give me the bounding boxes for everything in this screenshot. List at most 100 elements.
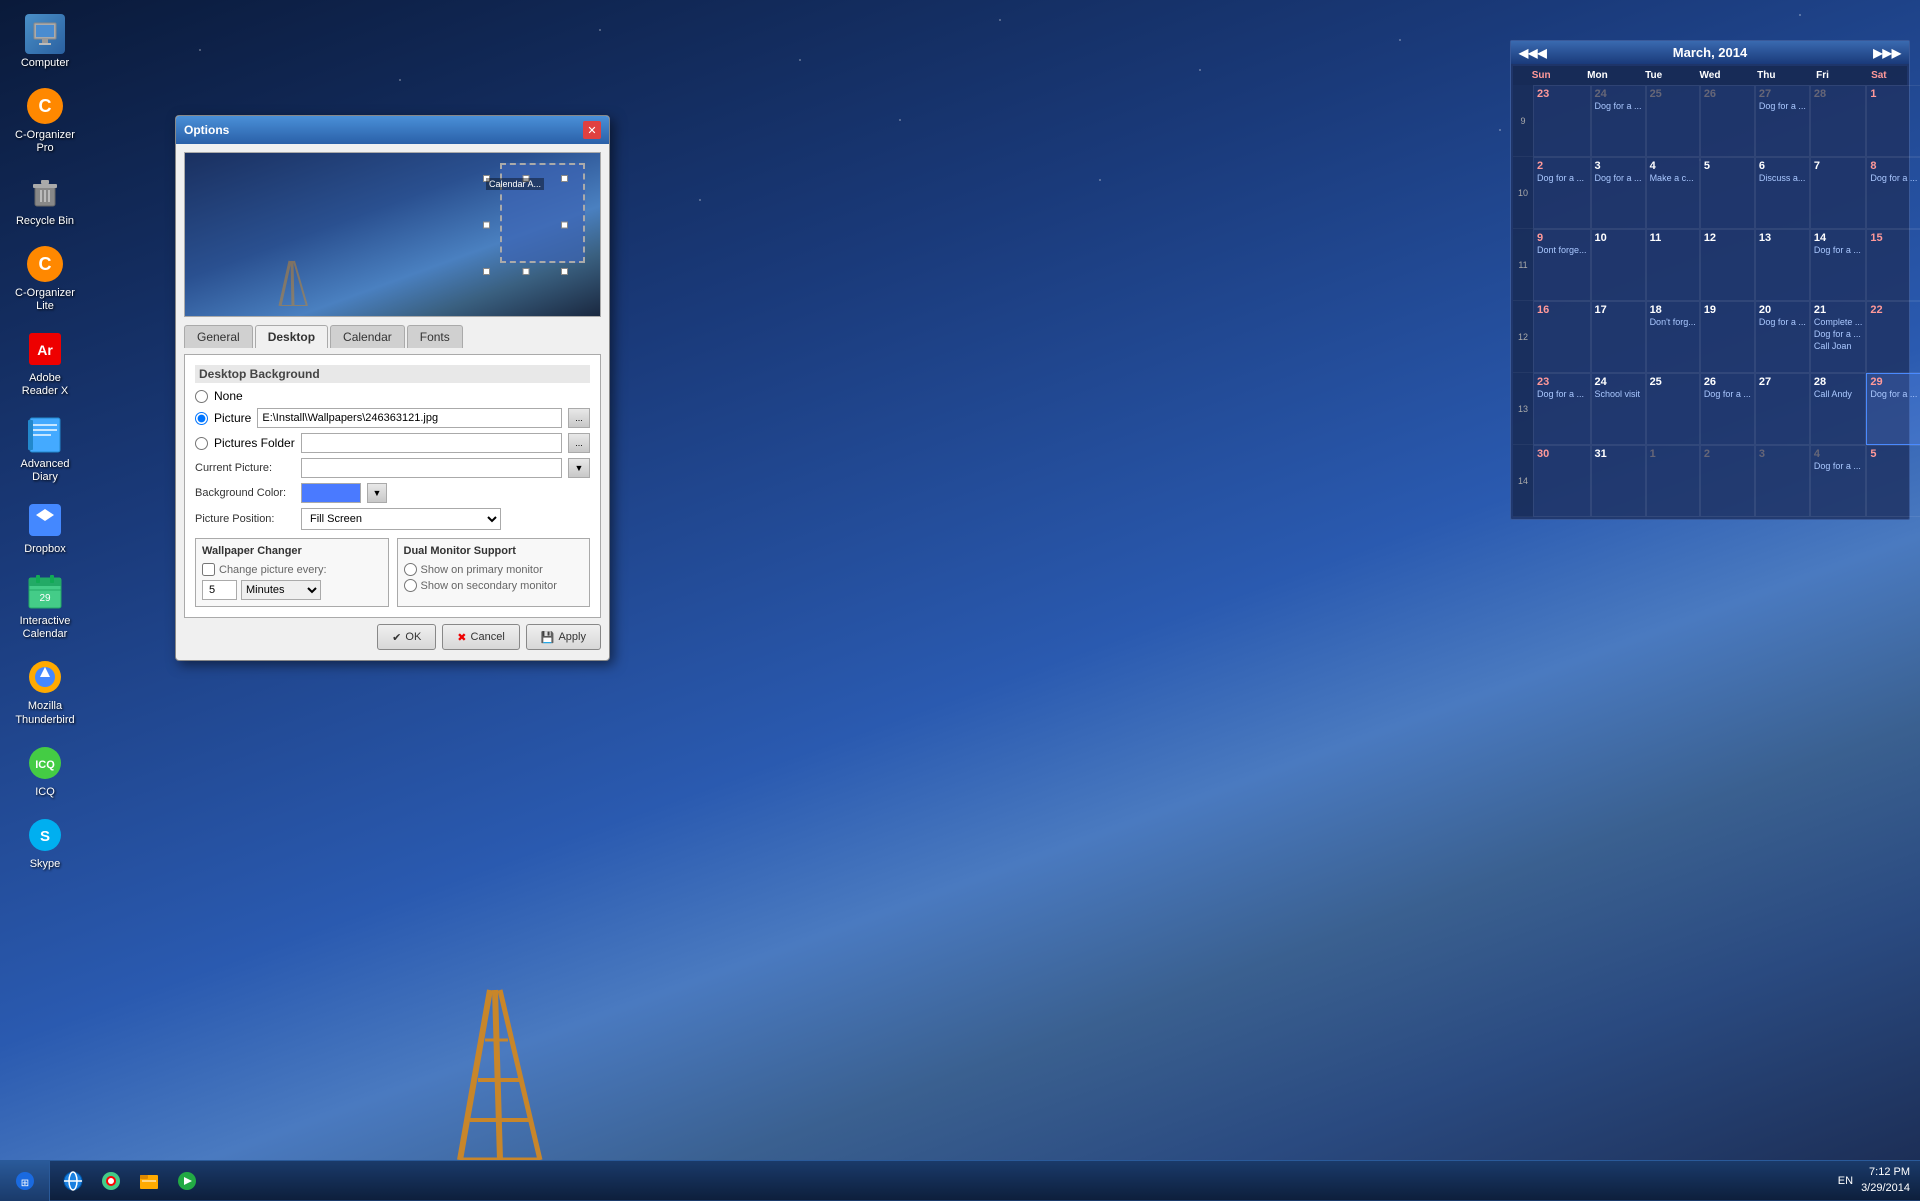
cal-nav-prev[interactable]: ◀ <box>1537 46 1546 60</box>
cal-cell[interactable]: 31 <box>1591 445 1646 517</box>
desktop-icon-c-organizer-lite[interactable]: C C-Organizer Lite <box>10 240 80 317</box>
desktop-icon-computer[interactable]: Computer <box>10 10 80 74</box>
cal-cell[interactable]: 4Make a c... <box>1646 157 1700 229</box>
picture-position-select[interactable]: Fill Screen Stretch Center Tile Fit <box>301 508 501 530</box>
cal-cell[interactable]: 22 <box>1866 301 1920 373</box>
cal-nav-next-next[interactable]: ▶▶ <box>1883 46 1901 60</box>
cal-cell[interactable]: 2Dog for a ... <box>1533 157 1591 229</box>
cal-cell[interactable]: 28Call Andy <box>1810 373 1867 445</box>
desktop-icon-c-organizer-pro[interactable]: C C-Organizer Pro <box>10 82 80 159</box>
cal-cell[interactable]: 4Dog for a ... <box>1810 445 1867 517</box>
cal-cell[interactable]: 25 <box>1646 373 1700 445</box>
cal-cell[interactable]: 24Dog for a ... <box>1591 85 1646 157</box>
handle-tr[interactable] <box>561 175 568 182</box>
handle-ml[interactable] <box>483 222 490 229</box>
desktop-icon-advanced-diary[interactable]: Advanced Diary <box>10 411 80 488</box>
cal-cell[interactable]: 21Complete ...Dog for a ...Call Joan <box>1810 301 1867 373</box>
cal-cell[interactable]: 23Dog for a ... <box>1533 373 1591 445</box>
apply-button[interactable]: 💾 Apply <box>526 624 601 650</box>
cal-nav-next[interactable]: ▶ <box>1873 46 1882 60</box>
desktop-icon-adobe-reader[interactable]: Ar Adobe Reader X <box>10 325 80 402</box>
radio-picture[interactable] <box>195 412 208 425</box>
ok-button[interactable]: ✔ OK <box>377 624 436 650</box>
tab-calendar[interactable]: Calendar <box>330 325 405 348</box>
cal-cell[interactable]: 5 <box>1700 157 1755 229</box>
tab-desktop[interactable]: Desktop <box>255 325 328 348</box>
cal-cell[interactable]: 20Dog for a ... <box>1755 301 1810 373</box>
primary-monitor-label: Show on primary monitor <box>421 564 543 576</box>
cal-cell[interactable]: 17 <box>1591 301 1646 373</box>
folder-path-input[interactable] <box>301 433 562 453</box>
cal-nav-prev-prev[interactable]: ◀◀ <box>1519 46 1537 60</box>
cal-cell[interactable]: 6Discuss a... <box>1755 157 1810 229</box>
cal-cell[interactable]: 15 <box>1866 229 1920 301</box>
picture-path-input[interactable] <box>257 408 562 428</box>
c-organizer-lite-label: C-Organizer Lite <box>14 287 76 313</box>
day-tue: Tue <box>1626 68 1682 83</box>
browse-picture-button[interactable]: ... <box>568 408 590 428</box>
desktop-icon-icq[interactable]: ICQ ICQ <box>10 739 80 803</box>
cal-cell[interactable]: 16 <box>1533 301 1591 373</box>
cal-cell[interactable]: 23 <box>1533 85 1591 157</box>
taskbar-explorer-icon[interactable] <box>131 1163 167 1199</box>
tab-fonts[interactable]: Fonts <box>407 325 463 348</box>
start-button[interactable]: ⊞ <box>0 1161 50 1201</box>
cal-cell[interactable]: 2 <box>1700 445 1755 517</box>
cal-cell[interactable]: 5 <box>1866 445 1920 517</box>
bottom-section: Wallpaper Changer Change picture every: … <box>195 538 590 607</box>
current-picture-arrow[interactable]: ▼ <box>568 458 590 478</box>
cal-cell[interactable]: 12 <box>1700 229 1755 301</box>
taskbar-media-icon[interactable] <box>169 1163 205 1199</box>
desktop-icon-thunderbird[interactable]: Mozilla Thunderbird <box>10 653 80 730</box>
cal-cell[interactable]: 28 <box>1810 85 1867 157</box>
change-every-checkbox[interactable] <box>202 563 215 576</box>
cal-cell[interactable]: 13 <box>1755 229 1810 301</box>
preview-calendar-overlay[interactable]: Calendar A... <box>500 163 585 263</box>
cal-cell[interactable]: 26 <box>1700 85 1755 157</box>
handle-br[interactable] <box>561 268 568 275</box>
radio-primary-monitor[interactable] <box>404 563 417 576</box>
cancel-button[interactable]: ✖ Cancel <box>442 624 519 650</box>
cal-cell-today[interactable]: 29Dog for a ... <box>1866 373 1920 445</box>
radio-pictures-folder[interactable] <box>195 437 208 450</box>
handle-bm[interactable] <box>522 268 529 275</box>
dialog-close-button[interactable]: ✕ <box>583 121 601 139</box>
calendar-header: ◀◀ ◀ March, 2014 ▶ ▶▶ <box>1511 41 1909 64</box>
cal-cell[interactable]: 25 <box>1646 85 1700 157</box>
cal-cell[interactable]: 19 <box>1700 301 1755 373</box>
cal-cell[interactable]: 18Don't forg... <box>1646 301 1700 373</box>
desktop-icon-dropbox[interactable]: Dropbox <box>10 496 80 560</box>
cal-cell[interactable]: 1 <box>1866 85 1920 157</box>
wallpaper-changer-title: Wallpaper Changer <box>202 545 382 557</box>
cal-cell[interactable]: 3Dog for a ... <box>1591 157 1646 229</box>
cal-cell[interactable]: 27Dog for a ... <box>1755 85 1810 157</box>
radio-secondary-monitor[interactable] <box>404 579 417 592</box>
cal-cell[interactable]: 3 <box>1755 445 1810 517</box>
cal-cell[interactable]: 9Dont forge... <box>1533 229 1591 301</box>
tab-general[interactable]: General <box>184 325 253 348</box>
handle-bl[interactable] <box>483 268 490 275</box>
cal-cell[interactable]: 14Dog for a ... <box>1810 229 1867 301</box>
cal-cell[interactable]: 10 <box>1591 229 1646 301</box>
background-color-arrow[interactable]: ▼ <box>367 483 387 503</box>
desktop-icon-recycle-bin[interactable]: Recycle Bin <box>10 168 80 232</box>
cal-cell[interactable]: 24School visit <box>1591 373 1646 445</box>
changer-unit-select[interactable]: Minutes Hours Days <box>241 580 321 600</box>
desktop-icon-interactive-calendar[interactable]: 29 Interactive Calendar <box>10 568 80 645</box>
browse-folder-button[interactable]: ... <box>568 433 590 453</box>
taskbar-chrome-icon[interactable] <box>93 1163 129 1199</box>
cal-cell[interactable]: 26Dog for a ... <box>1700 373 1755 445</box>
cal-cell[interactable]: 1 <box>1646 445 1700 517</box>
handle-mr[interactable] <box>561 222 568 229</box>
cal-cell[interactable]: 27 <box>1755 373 1810 445</box>
background-color-swatch[interactable] <box>301 483 361 503</box>
desktop-icon-skype[interactable]: S Skype <box>10 811 80 875</box>
cal-cell[interactable]: 7 <box>1810 157 1867 229</box>
cal-cell[interactable]: 8Dog for a ... <box>1866 157 1920 229</box>
taskbar-ie-icon[interactable] <box>55 1163 91 1199</box>
changer-number-input[interactable] <box>202 580 237 600</box>
cal-cell[interactable]: 11 <box>1646 229 1700 301</box>
cal-cell[interactable]: 30 <box>1533 445 1591 517</box>
current-picture-input[interactable] <box>301 458 562 478</box>
radio-none[interactable] <box>195 390 208 403</box>
